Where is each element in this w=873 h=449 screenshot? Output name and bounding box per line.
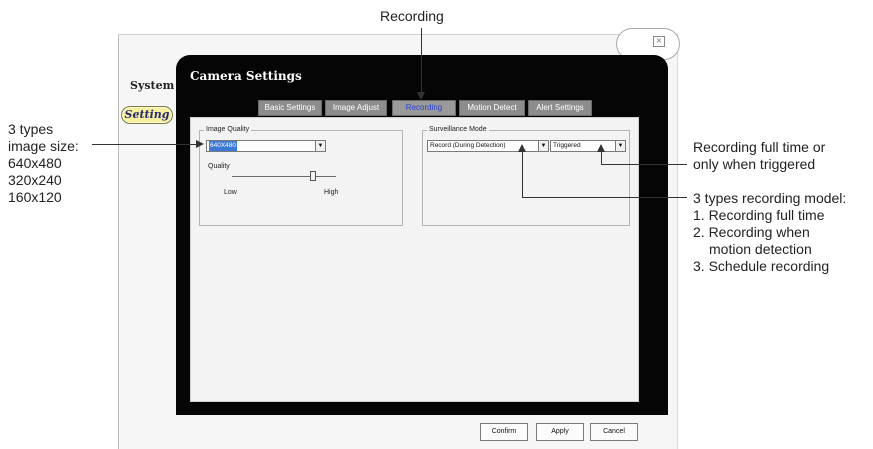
close-icon[interactable]: × bbox=[653, 36, 665, 47]
callout-recording-model: 3 types recording model: 1. Recording fu… bbox=[693, 190, 846, 275]
callout-trigger-line-2: only when triggered bbox=[693, 156, 816, 172]
chevron-down-icon[interactable]: ▼ bbox=[615, 141, 625, 151]
callout-model-line-1: 3 types recording model: bbox=[693, 190, 847, 206]
confirm-button[interactable]: Confirm bbox=[480, 423, 528, 441]
callout-line bbox=[421, 28, 422, 94]
quality-label: Quality bbox=[208, 163, 230, 170]
arrow-up-icon bbox=[597, 144, 605, 152]
image-quality-group: Image Quality 640X480 ▼ Quality Low High bbox=[199, 125, 403, 226]
callout-trigger-line-1: Recording full time or bbox=[693, 139, 826, 155]
surveillance-mode-legend: Surveillance Mode bbox=[427, 125, 489, 135]
arrow-down-icon bbox=[417, 92, 425, 100]
tab-motion-detect[interactable]: Motion Detect bbox=[459, 100, 525, 116]
chevron-down-icon[interactable]: ▼ bbox=[315, 141, 325, 151]
callout-trigger: Recording full time or only when trigger… bbox=[693, 139, 825, 173]
callout-line bbox=[601, 164, 687, 165]
callout-model-line-5: 3. Schedule recording bbox=[693, 258, 830, 274]
tab-alert-settings[interactable]: Alert Settings bbox=[528, 100, 592, 116]
chevron-down-icon[interactable]: ▼ bbox=[538, 141, 548, 151]
callout-model-line-2: 1. Recording full time bbox=[693, 207, 825, 223]
quality-slider-handle[interactable] bbox=[310, 171, 316, 181]
recording-mode-value: Record (During Detection) bbox=[430, 142, 506, 149]
callout-recording: Recording bbox=[380, 8, 444, 24]
sidebar-item-system[interactable]: System bbox=[130, 79, 174, 92]
quality-high-label: High bbox=[324, 189, 339, 196]
callout-model-line-3: 2. Recording when bbox=[693, 224, 810, 240]
resolution-value: 640X480 bbox=[209, 141, 238, 151]
callout-model-line-4: motion detection bbox=[709, 241, 812, 257]
trigger-select[interactable]: Triggered ▼ bbox=[550, 140, 626, 152]
sidebar-item-setting[interactable]: Setting bbox=[121, 106, 173, 124]
callout-line bbox=[92, 144, 198, 145]
callout-image-size-line-4: 320x240 bbox=[8, 172, 62, 188]
recording-mode-select[interactable]: Record (During Detection) ▼ bbox=[427, 140, 549, 152]
callout-line bbox=[601, 150, 602, 165]
arrow-right-icon bbox=[196, 140, 204, 148]
callout-image-size-line-1: 3 types bbox=[8, 121, 54, 137]
callout-image-size-line-3: 640x480 bbox=[8, 155, 62, 171]
tab-image-adjust[interactable]: Image Adjust bbox=[325, 100, 387, 116]
callout-image-size: 3 types image size: 640x480 320x240 160x… bbox=[8, 121, 79, 206]
callout-line bbox=[522, 197, 687, 198]
apply-button[interactable]: Apply bbox=[536, 423, 584, 441]
page-title: Camera Settings bbox=[190, 69, 302, 83]
image-quality-legend: Image Quality bbox=[204, 125, 252, 135]
arrow-up-icon bbox=[518, 144, 526, 152]
quality-slider-track[interactable] bbox=[232, 176, 336, 177]
callout-image-size-line-5: 160x120 bbox=[8, 189, 62, 205]
tab-basic-settings[interactable]: Basic Settings bbox=[258, 100, 322, 116]
trigger-value: Triggered bbox=[553, 142, 581, 149]
callout-image-size-line-2: image size: bbox=[8, 138, 79, 154]
quality-low-label: Low bbox=[224, 189, 237, 196]
callout-line bbox=[522, 150, 523, 198]
resolution-select[interactable]: 640X480 ▼ bbox=[206, 140, 326, 152]
cancel-button[interactable]: Cancel bbox=[590, 423, 638, 441]
recording-content: Image Quality 640X480 ▼ Quality Low High… bbox=[190, 117, 639, 402]
tab-recording[interactable]: Recording bbox=[392, 100, 456, 116]
